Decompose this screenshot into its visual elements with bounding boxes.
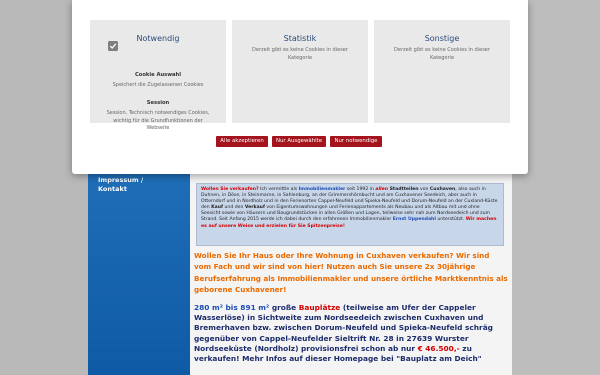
info-text: von xyxy=(418,187,430,192)
nav-impressum-link[interactable]: Impressum / xyxy=(98,176,143,185)
sell-promo-text: Wollen Sie Ihr Haus oder Ihre Wohnung in… xyxy=(194,251,508,294)
cookie-consent-modal: Notwendig Cookie Auswahl Speichert die Z… xyxy=(72,0,528,174)
info-heading: Wollen Sie verkaufen? xyxy=(201,187,259,192)
panel-sub-text: Speichert die Zugelassenen Cookies xyxy=(112,82,204,88)
panel-title: Statistik xyxy=(283,34,317,43)
cookie-panel-notwendig[interactable]: Notwendig Cookie Auswahl Speichert die Z… xyxy=(90,20,226,131)
bauplatz-promo: 280 m² bis 891 m² große Bauplätze (teilw… xyxy=(194,303,512,364)
info-text: Ich vermittle als xyxy=(258,187,299,192)
bauplatz-price: € 46.500,- xyxy=(417,343,460,353)
info-link-uppendahl[interactable]: Ernst Uppendahl xyxy=(393,217,436,222)
info-box: Wollen Sie verkaufen? Ich vermittle als … xyxy=(196,183,504,246)
accept-selected-button[interactable]: Nur Ausgewählte xyxy=(272,136,326,147)
panel-description: Derzeit gibt es keine Cookies in dieser … xyxy=(252,47,348,61)
cookie-panel-sonstige[interactable]: Sonstige Derzeit gibt es keine Cookies i… xyxy=(374,20,510,123)
info-bold: Kauf xyxy=(211,205,224,211)
info-bold: Cuxhaven xyxy=(429,187,456,192)
panel-description: Derzeit gibt es keine Cookies in dieser … xyxy=(394,47,490,61)
info-emphasis: allen xyxy=(375,187,388,192)
info-bold: Verkauf xyxy=(244,205,265,211)
necessary-only-button[interactable]: Nur notwendige xyxy=(330,136,382,147)
info-text: seit 1992 in xyxy=(345,187,376,192)
accept-all-button[interactable]: Alle akzeptieren xyxy=(216,136,268,147)
bauplatz-keyword: Bauplätze xyxy=(298,303,341,312)
info-link-immobilienmakler[interactable]: Immobilienmakler xyxy=(299,187,346,192)
panel-sub-heading: Cookie Auswahl xyxy=(134,72,182,78)
info-text: und den xyxy=(223,205,245,211)
cookie-panel-statistik[interactable]: Statistik Derzeit gibt es keine Cookies … xyxy=(232,20,368,123)
bauplatz-link[interactable]: "Bauplatz am Deich" xyxy=(396,354,481,363)
info-bold: Stadtteilen xyxy=(388,187,419,192)
info-text: unterstützt. xyxy=(435,217,466,223)
panel-sub-heading: Session xyxy=(146,100,170,106)
nav-kontakt-link[interactable]: Kontakt xyxy=(98,185,143,194)
nav-impressum-kontakt[interactable]: Impressum / Kontakt xyxy=(98,176,143,194)
bauplatz-text: große xyxy=(269,303,299,312)
panel-title: Notwendig xyxy=(136,34,180,43)
panel-sub-text: Session, Technisch notwendiges Cookies, … xyxy=(106,110,210,132)
panel-title: Sonstige xyxy=(424,34,460,43)
bauplatz-size: 280 m² bis 891 m² xyxy=(194,303,270,312)
